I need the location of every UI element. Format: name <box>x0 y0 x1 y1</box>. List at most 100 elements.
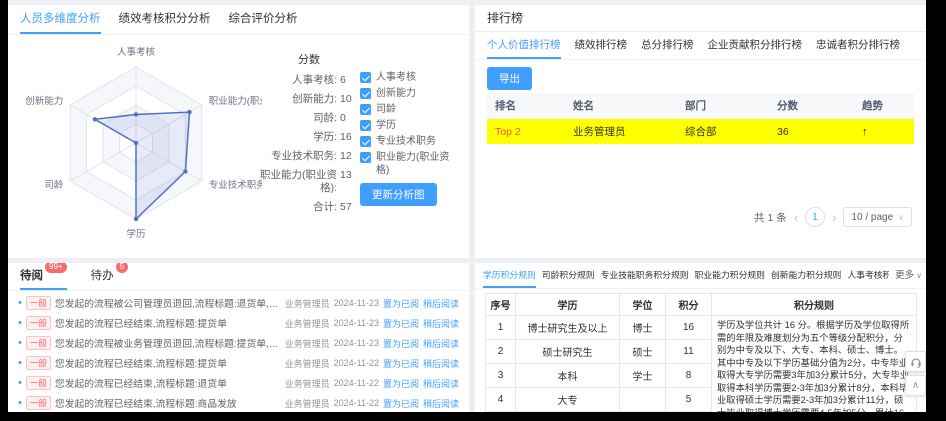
more-tabs-dropdown[interactable]: 更多 ∨ <box>889 263 922 288</box>
update-chart-button[interactable]: 更新分析图 <box>360 183 437 206</box>
ranking-tab-4[interactable]: 忠诚者积分排行榜 <box>816 32 900 59</box>
analysis-tab-1[interactable]: 绩效考核积分分析 <box>119 5 211 34</box>
score-value: 10 <box>340 93 360 109</box>
export-button[interactable]: 导出 <box>487 67 532 90</box>
checkbox-icon[interactable] <box>360 152 371 163</box>
todo-item[interactable]: •一般您发起的流程被业务管理员退回,流程标题:提货单,废弃说明业务管理员2024… <box>8 333 469 353</box>
pagination: 共 1 条 ‹ 1 › 10 / page ∨ <box>754 207 912 227</box>
mark-read-link[interactable]: 置为已阅 <box>383 357 419 370</box>
dimension-checkbox-4[interactable]: 专业技术职务 <box>360 135 462 151</box>
todo-item[interactable]: •一般您发起的流程已经结束,流程标题:提货单业务管理员2024-11-22置为已… <box>8 353 469 373</box>
mark-read-link[interactable]: 置为已阅 <box>383 337 419 350</box>
mark-read-link[interactable]: 置为已阅 <box>383 317 419 330</box>
ranking-tab-3[interactable]: 企业贡献积分排行榜 <box>708 32 803 59</box>
read-later-link[interactable]: 稍后阅读 <box>423 297 459 310</box>
rules-col-header: 学位 <box>620 294 666 316</box>
rules-tab-1[interactable]: 司龄积分规则 <box>542 263 595 288</box>
todo-item[interactable]: •一般您发起的流程被公司管理员退回,流程标题:退货单,废弃说明业务管理员2024… <box>8 293 469 313</box>
ranking-tabbar: 个人价值排行榜绩效排行榜总分排行榜企业贡献积分排行榜忠诚者积分排行榜 <box>475 32 926 60</box>
pagination-page-1[interactable]: 1 <box>805 207 825 227</box>
checkbox-label: 人事考核 <box>376 71 416 84</box>
chevron-left-icon[interactable]: ‹ <box>794 211 798 224</box>
dashboard-page: 人员多维度分析绩效考核积分分析综合评价分析 人事考核职业能力(职业资格)专业技术… <box>8 0 926 412</box>
support-button[interactable] <box>905 351 926 372</box>
todo-tab-1[interactable]: 待办5 <box>91 263 128 290</box>
total-value: 57 <box>340 201 360 217</box>
score-label: 创新能力: <box>258 93 337 109</box>
analysis-tab-2[interactable]: 综合评价分析 <box>229 5 298 34</box>
score-value: 6 <box>340 74 360 90</box>
todo-tab-0[interactable]: 待阅99+ <box>20 263 67 290</box>
dimension-checkbox-0[interactable]: 人事考核 <box>360 71 462 87</box>
total-label: 合计: <box>258 201 337 217</box>
ranking-tab-2[interactable]: 总分排行榜 <box>641 32 694 59</box>
dimension-checkbox-5[interactable]: 职业能力(职业资格) <box>360 151 462 177</box>
rules-col-header: 学历 <box>516 294 620 316</box>
mark-read-link[interactable]: 置为已阅 <box>383 377 419 390</box>
dimension-checkbox-2[interactable]: 司龄 <box>360 103 462 119</box>
ranking-row[interactable]: Top 2业务管理员综合部36↑ <box>487 119 914 145</box>
degree-cell: 大专 <box>516 387 620 411</box>
score-title: 分数 <box>258 51 360 67</box>
checkbox-icon[interactable] <box>360 72 371 83</box>
todo-date: 2024-11-23 <box>334 338 379 348</box>
ranking-col-header: 部门 <box>677 93 769 119</box>
degree-title-cell <box>620 387 666 411</box>
todo-user: 业务管理员 <box>285 337 330 350</box>
todo-text: 您发起的流程已经结束,流程标题:提货单 <box>55 356 281 370</box>
ranking-tab-0[interactable]: 个人价值排行榜 <box>487 32 561 59</box>
more-tabs-label: 更多 <box>895 263 914 288</box>
todo-date: 2024-11-22 <box>334 378 379 388</box>
read-later-link[interactable]: 稍后阅读 <box>423 377 459 390</box>
analysis-tab-0[interactable]: 人员多维度分析 <box>20 5 101 34</box>
rules-tab-2[interactable]: 专业技能职务积分规则 <box>601 263 689 288</box>
bullet-icon: • <box>18 318 22 329</box>
chevron-right-icon[interactable]: › <box>832 211 836 224</box>
ranking-tab-1[interactable]: 绩效排行榜 <box>575 32 628 59</box>
checkbox-icon[interactable] <box>360 136 371 147</box>
ranking-panel: 排行榜 个人价值排行榜绩效排行榜总分排行榜企业贡献积分排行榜忠诚者积分排行榜 导… <box>475 5 926 258</box>
read-later-link[interactable]: 稍后阅读 <box>423 317 459 330</box>
dimension-checkbox-3[interactable]: 学历 <box>360 119 462 135</box>
checkbox-icon[interactable] <box>360 104 371 115</box>
todo-user: 业务管理员 <box>285 357 330 370</box>
todo-item[interactable]: •一般您发起的流程已经结束,流程标题:提货单业务管理员2024-11-23置为已… <box>8 313 469 333</box>
points-cell: 2 <box>666 411 712 412</box>
radar-data-point <box>93 117 97 121</box>
checkbox-icon[interactable] <box>360 88 371 99</box>
todo-item[interactable]: •一般您发起的流程已经结束,流程标题:退货单业务管理员2024-11-22置为已… <box>8 373 469 393</box>
checkbox-label: 学历 <box>376 119 396 132</box>
checkbox-icon[interactable] <box>360 120 371 131</box>
points-cell: 11 <box>666 339 712 363</box>
rules-table-body: 1博士研究生及以上博士16学历及学位共计 16 分。根据学历及学位取得所需的年限… <box>486 316 917 413</box>
rules-col-header: 积分 <box>666 294 712 316</box>
back-to-top-button[interactable]: ∧ <box>905 375 926 396</box>
rules-tab-0[interactable]: 学历积分规则 <box>483 263 536 288</box>
read-later-link[interactable]: 稍后阅读 <box>423 357 459 370</box>
rules-tab-4[interactable]: 创新能力积分规则 <box>771 263 841 288</box>
score-value: 16 <box>340 131 360 147</box>
dept-cell: 综合部 <box>677 119 769 145</box>
radar-data-point <box>183 169 187 173</box>
todo-text: 您发起的流程已经结束,流程标题:退货单 <box>55 376 281 390</box>
mark-read-link[interactable]: 置为已阅 <box>383 397 419 410</box>
read-later-link[interactable]: 稍后阅读 <box>423 397 459 410</box>
rules-tab-3[interactable]: 职业能力积分规则 <box>695 263 765 288</box>
ranking-col-header: 分数 <box>769 93 854 119</box>
page-size-select[interactable]: 10 / page ∨ <box>843 207 912 227</box>
read-later-link[interactable]: 稍后阅读 <box>423 337 459 350</box>
dimension-checkbox-1[interactable]: 创新能力 <box>360 87 462 103</box>
bullet-icon: • <box>18 298 22 309</box>
ranking-col-header: 姓名 <box>565 93 677 119</box>
score-label: 职业能力(职业资格): <box>258 169 337 195</box>
todo-item[interactable]: •一般您发起的流程已经结束,流程标题:商品发放业务管理员2024-11-22置为… <box>8 393 469 412</box>
radar-axis-label: 人事考核 <box>117 46 156 58</box>
todo-tab-label: 待阅 <box>20 270 43 282</box>
score-row: 司龄:0 <box>258 112 360 128</box>
bullet-icon: • <box>18 378 22 389</box>
points-cell: 16 <box>666 316 712 340</box>
todo-text: 您发起的流程被业务管理员退回,流程标题:提货单,废弃说明 <box>55 336 281 350</box>
rank-cell: Top 2 <box>487 119 565 145</box>
mark-read-link[interactable]: 置为已阅 <box>383 297 419 310</box>
degree-cell: 硕士研究生 <box>516 339 620 363</box>
